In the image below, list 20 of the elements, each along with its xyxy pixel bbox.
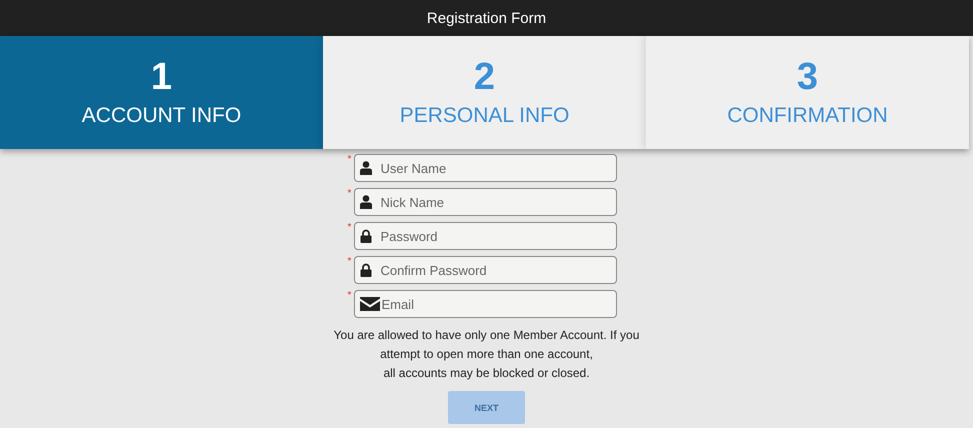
lock-icon <box>360 263 372 277</box>
required-mark: * <box>348 257 352 267</box>
account-notice: You are allowed to have only one Member Account. If you attempt to open more than one account, all accounts may be blocked or closed. <box>334 327 640 382</box>
step-tab[interactable]: 1 ACCOUNT INFO <box>0 36 323 149</box>
input-field[interactable]: Email <box>354 290 618 318</box>
required-mark: * <box>348 223 352 233</box>
lock-icon <box>360 229 372 243</box>
window-title: Registration Form <box>426 10 546 26</box>
required-mark: * <box>348 189 352 199</box>
person-icon <box>360 161 372 175</box>
input-field[interactable]: User Name <box>354 154 618 182</box>
input-field[interactable]: Password <box>354 222 618 250</box>
required-mark: * <box>348 291 352 301</box>
envelope-icon <box>360 297 380 311</box>
step-tab[interactable]: 3 CONFIRMATION <box>646 36 969 149</box>
person-icon <box>360 195 372 209</box>
input-field[interactable]: Confirm Password <box>354 256 618 284</box>
step-tab[interactable]: 2 PERSONAL INFO <box>323 36 646 149</box>
required-mark: * <box>348 155 352 165</box>
input-field[interactable]: Nick Name <box>354 188 618 216</box>
